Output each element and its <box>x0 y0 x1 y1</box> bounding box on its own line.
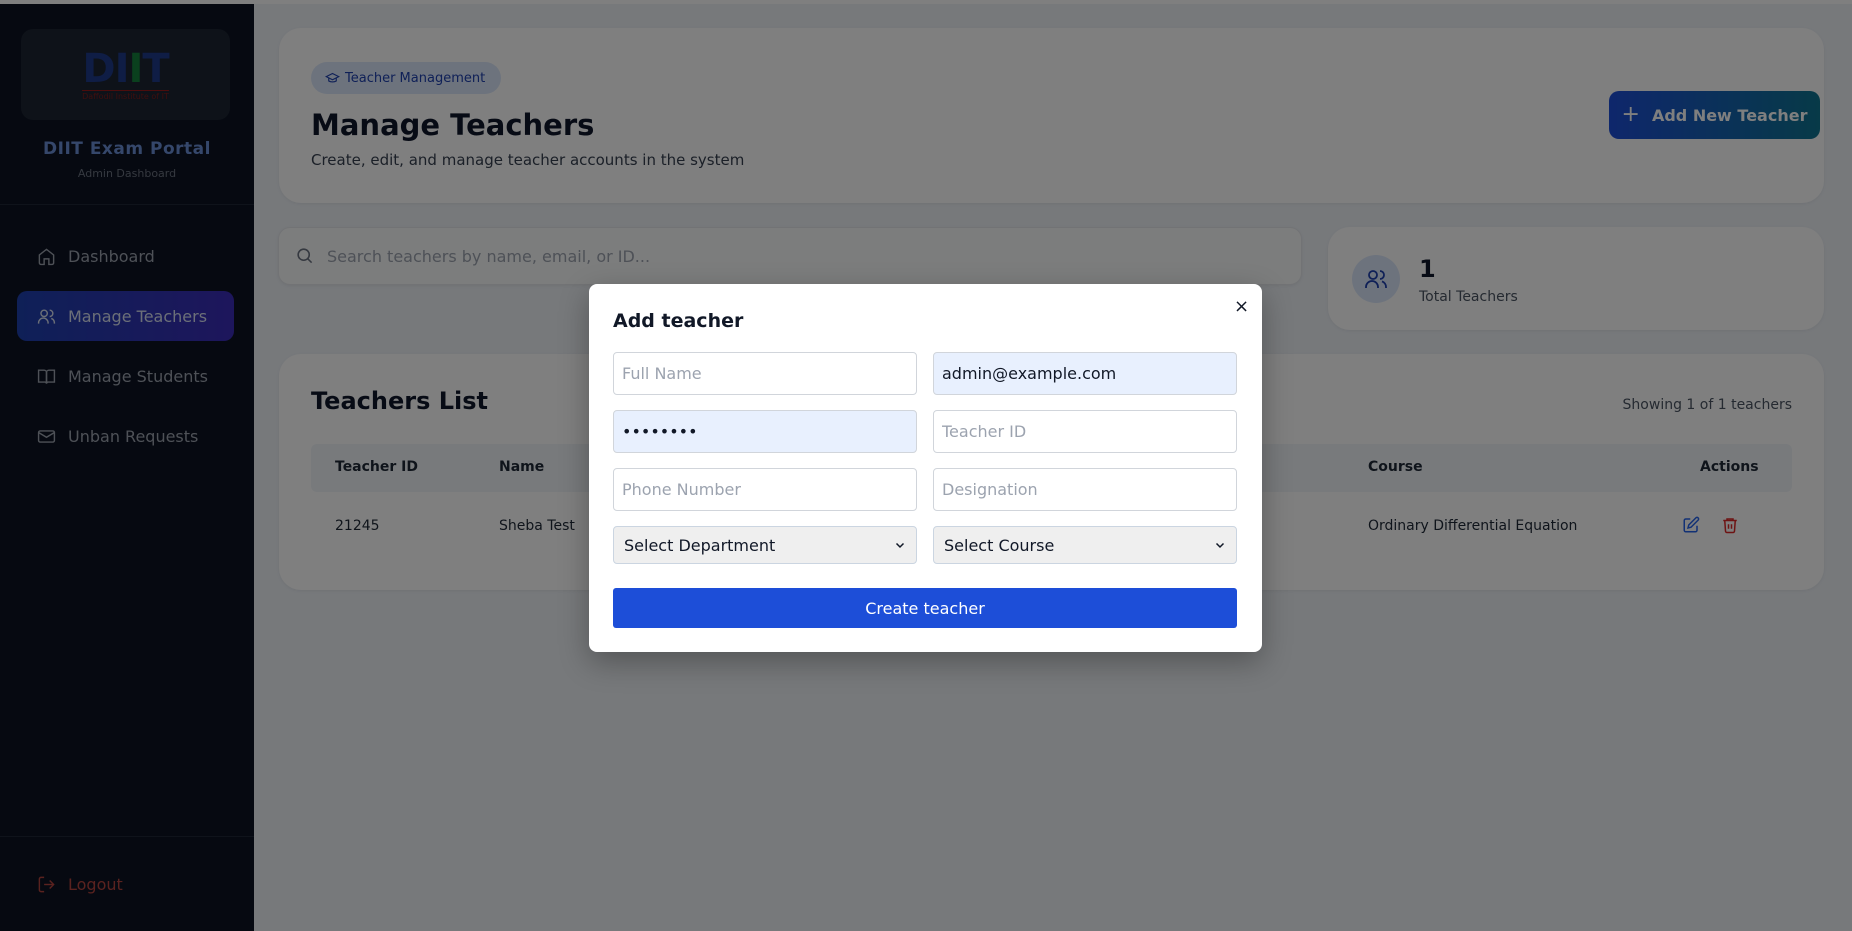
email-field[interactable] <box>933 352 1237 395</box>
designation-field[interactable] <box>933 468 1237 511</box>
modal-title: Add teacher <box>613 310 744 332</box>
add-teacher-modal: Add teacher × Select Department Select C… <box>589 284 1262 652</box>
phone-number-field[interactable] <box>613 468 917 511</box>
chevron-down-icon <box>1215 542 1225 549</box>
department-select[interactable]: Select Department <box>613 526 917 564</box>
close-icon[interactable]: × <box>1234 298 1249 316</box>
course-select-value: Select Course <box>944 535 1055 555</box>
full-name-field[interactable] <box>613 352 917 395</box>
password-field[interactable] <box>613 410 917 453</box>
create-teacher-button[interactable]: Create teacher <box>613 588 1237 628</box>
chevron-down-icon <box>895 542 905 549</box>
teacher-id-field[interactable] <box>933 410 1237 453</box>
department-select-value: Select Department <box>624 535 776 555</box>
course-select[interactable]: Select Course <box>933 526 1237 564</box>
